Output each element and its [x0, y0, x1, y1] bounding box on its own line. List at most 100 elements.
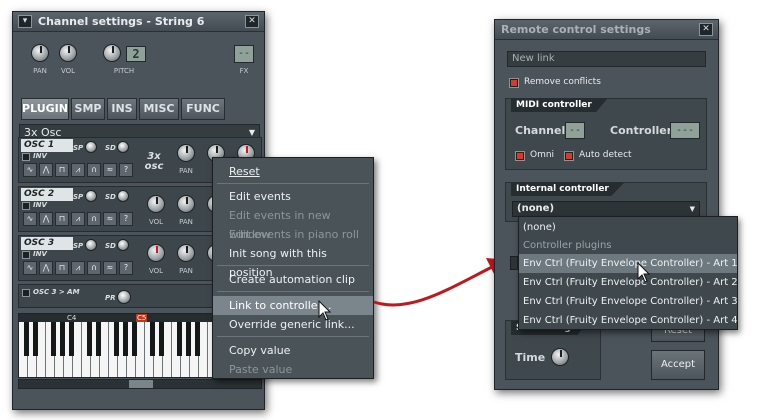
close-icon[interactable]: ✕ [699, 23, 713, 36]
menu-item-init-song[interactable]: Init song with this position [213, 244, 373, 279]
channel-settings-title: Channel settings - String 6 [38, 15, 205, 28]
tab-smp[interactable]: SMP [71, 98, 105, 120]
custom-wave-icon[interactable]: ? [119, 212, 133, 226]
dropdown-item-none[interactable]: (none) [519, 218, 737, 237]
fx-display[interactable]: -- [234, 45, 254, 63]
menu-item-link-to-controller[interactable]: Link to controller... [213, 296, 373, 315]
context-menu: Reset Edit events Edit events in new win… [212, 157, 374, 379]
osc-2-sp-knob[interactable] [85, 190, 97, 202]
phase-randomness-label: PR [105, 294, 116, 302]
square-wave-icon[interactable]: ⊓ [55, 163, 69, 177]
accept-button[interactable]: Accept [651, 350, 705, 380]
channel-display[interactable]: -- [565, 122, 585, 139]
saw-wave-icon[interactable]: ⩘ [71, 261, 85, 275]
remove-conflicts-checkbox[interactable] [509, 78, 519, 88]
osc-2-inv-label: INV [33, 201, 47, 209]
menu-item-create-automation-clip[interactable]: Create automation clip [213, 270, 373, 289]
remove-conflicts-label: Remove conflicts [524, 77, 601, 87]
square-wave-icon[interactable]: ⊓ [55, 212, 69, 226]
noise-wave-icon[interactable]: ≈ [103, 261, 117, 275]
c5-marker: C5 [136, 314, 148, 322]
rounded-saw-icon[interactable]: ∩ [87, 163, 101, 177]
osc-2-sp-label: SP [73, 193, 84, 201]
osc-1-invert-checkbox[interactable] [22, 153, 30, 161]
tab-misc[interactable]: MISC [139, 98, 179, 120]
square-wave-icon[interactable]: ⊓ [55, 261, 69, 275]
volume-label: VOL [60, 67, 76, 75]
tab-plugin[interactable]: PLUGIN [21, 98, 69, 120]
dropdown-item-env-ctrl-art-1[interactable]: Env Ctrl (Fruity Envelope Controller) - … [519, 254, 738, 273]
close-icon[interactable]: ✕ [245, 15, 259, 28]
scroll-thumb[interactable] [129, 380, 153, 388]
volume-knob[interactable] [59, 44, 77, 62]
dropdown-item-env-ctrl-art-2[interactable]: Env Ctrl (Fruity Envelope Controller) - … [519, 273, 738, 292]
controller-label: Controller [610, 124, 673, 137]
triangle-wave-icon[interactable]: ⋀ [39, 261, 53, 275]
time-label: Time [515, 351, 546, 364]
omni-checkbox[interactable] [515, 151, 525, 161]
chevron-down-icon: ▼ [689, 205, 695, 213]
menu-item-copy-value[interactable]: Copy value [213, 341, 373, 360]
keyboard-scrollbar[interactable] [18, 379, 262, 389]
dropdown-item-env-ctrl-art-4[interactable]: Env Ctrl (Fruity Envelope Controller) - … [519, 311, 738, 330]
dropdown-item-controller-plugins: Controller plugins [523, 240, 612, 251]
menu-item-edit-events-new-window: Edit events in new window [229, 209, 331, 241]
osc-1-pan-knob[interactable] [177, 144, 195, 162]
osc-3-invert-checkbox[interactable] [22, 251, 30, 259]
channel-settings-titlebar[interactable]: ▾ Channel settings - String 6 ✕ [13, 12, 264, 32]
window-menu-button[interactable]: ▾ [18, 15, 32, 28]
dropdown-item-env-ctrl-art-3[interactable]: Env Ctrl (Fruity Envelope Controller) - … [519, 292, 738, 311]
osc-1-inv-label: INV [33, 152, 47, 160]
rounded-saw-icon[interactable]: ∩ [87, 261, 101, 275]
sine-wave-icon[interactable]: ∿ [23, 261, 37, 275]
noise-wave-icon[interactable]: ≈ [103, 163, 117, 177]
osc-2-invert-checkbox[interactable] [22, 202, 30, 210]
tab-func[interactable]: FUNC [181, 98, 225, 120]
triangle-wave-icon[interactable]: ⋀ [39, 163, 53, 177]
osc-2-pan-knob[interactable] [177, 195, 195, 213]
rounded-saw-icon[interactable]: ∩ [87, 212, 101, 226]
osc-2-volume-knob[interactable] [147, 195, 165, 213]
menu-item-paste-value: Paste value [229, 363, 293, 376]
osc-1-label: OSC 1 [21, 139, 73, 152]
osc-3-sp-knob[interactable] [85, 239, 97, 251]
menu-item-edit-events[interactable]: Edit events [213, 187, 373, 206]
pitch-display[interactable]: 2 [126, 46, 146, 62]
menu-item-reset[interactable]: Reset [213, 162, 373, 181]
menu-separator [217, 183, 369, 184]
osc-3-am-checkbox[interactable] [22, 289, 30, 297]
osc-1-sd-knob[interactable] [117, 141, 129, 153]
phase-randomness-knob[interactable] [117, 290, 131, 304]
new-link-field[interactable]: New link [507, 51, 706, 67]
custom-wave-icon[interactable]: ? [119, 163, 133, 177]
tab-ins[interactable]: INS [107, 98, 137, 120]
menu-item-override-generic-link[interactable]: Override generic link... [213, 315, 373, 334]
osc-2-sd-knob[interactable] [117, 190, 129, 202]
osc-3-volume-knob[interactable] [147, 244, 165, 262]
osc-1-waveforms: ∿ ⋀ ⊓ ⩘ ∩ ≈ ? [23, 163, 133, 177]
dropdown-left-edge [510, 256, 518, 270]
remote-control-titlebar[interactable]: Remote control settings ✕ [495, 20, 718, 40]
pitch-knob[interactable] [103, 44, 121, 62]
triangle-wave-icon[interactable]: ⋀ [39, 212, 53, 226]
saw-wave-icon[interactable]: ⩘ [71, 212, 85, 226]
osc-1-sp-knob[interactable] [85, 141, 97, 153]
custom-wave-icon[interactable]: ? [119, 261, 133, 275]
pan-label: PAN [33, 67, 47, 75]
noise-wave-icon[interactable]: ≈ [103, 212, 117, 226]
osc-3-sd-knob[interactable] [117, 239, 129, 251]
saw-wave-icon[interactable]: ⩘ [71, 163, 85, 177]
sine-wave-icon[interactable]: ∿ [23, 163, 37, 177]
menu-separator [217, 265, 369, 266]
pan-knob[interactable] [31, 44, 49, 62]
internal-controller-select[interactable]: (none) ▼ [512, 201, 700, 217]
osc-3-pan-knob[interactable] [177, 244, 195, 262]
osc-2-waveforms: ∿ ⋀ ⊓ ⩘ ∩ ≈ ? [23, 212, 133, 226]
auto-detect-checkbox[interactable] [564, 151, 574, 161]
controller-display[interactable]: --- [670, 122, 700, 139]
osc-3-label: OSC 3 [21, 237, 73, 250]
osc-1-pan-label: PAN [179, 167, 193, 175]
menu-item-edit-events-piano-roll: Edit events in piano roll [229, 228, 359, 241]
sine-wave-icon[interactable]: ∿ [23, 212, 37, 226]
time-knob[interactable] [551, 348, 569, 366]
